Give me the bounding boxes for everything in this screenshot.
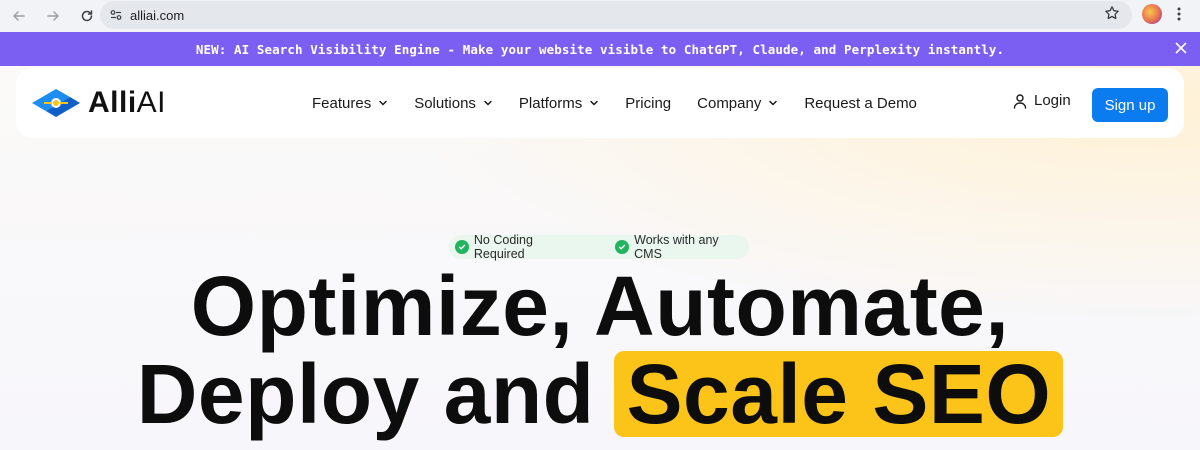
- forward-arrow-icon[interactable]: [40, 3, 66, 29]
- login-label: Login: [1034, 92, 1071, 109]
- hero-headline: Optimize, Automate, Deploy and Scale SEO: [0, 262, 1200, 438]
- nav-item-features[interactable]: Features: [312, 95, 388, 112]
- close-icon[interactable]: [1174, 41, 1188, 60]
- nav-item-pricing[interactable]: Pricing: [625, 95, 671, 112]
- headline-plain-text: Deploy and: [136, 347, 595, 441]
- badge-no-coding: No Coding Required: [455, 233, 586, 261]
- chevron-down-icon: [378, 98, 388, 108]
- kebab-menu-icon[interactable]: [1176, 5, 1182, 28]
- headline-highlight: Scale SEO: [614, 351, 1064, 437]
- profile-avatar[interactable]: [1142, 4, 1162, 24]
- chevron-down-icon: [483, 98, 493, 108]
- alliai-logo[interactable]: AlliAI: [30, 82, 166, 124]
- headline-line-1: Optimize, Automate,: [190, 259, 1010, 353]
- nav-links: Features Solutions Platforms Pricing Com…: [312, 68, 943, 138]
- nav-item-solutions[interactable]: Solutions: [414, 95, 493, 112]
- back-arrow-icon[interactable]: [6, 3, 32, 29]
- logo-wordmark: AlliAI: [88, 86, 167, 119]
- check-circle-icon: [455, 240, 469, 254]
- alliai-logo-mark: [32, 89, 80, 117]
- url-text[interactable]: alliai.com: [130, 8, 184, 23]
- feature-badges: No Coding Required Works with any CMS: [449, 233, 749, 261]
- reload-icon[interactable]: [74, 3, 100, 29]
- star-icon[interactable]: [1104, 5, 1120, 26]
- address-bar[interactable]: alliai.com: [100, 1, 1132, 29]
- site-info-icon[interactable]: [106, 5, 126, 25]
- announcement-text[interactable]: NEW: AI Search Visibility Engine - Make …: [196, 42, 1004, 57]
- check-circle-icon: [615, 240, 630, 254]
- nav-item-request-demo[interactable]: Request a Demo: [804, 95, 917, 112]
- nav-item-company[interactable]: Company: [697, 95, 778, 112]
- login-link[interactable]: Login: [1012, 92, 1071, 109]
- chevron-down-icon: [589, 98, 599, 108]
- browser-toolbar: alliai.com: [0, 0, 1200, 32]
- main-navbar: AlliAI Features Solutions Platforms Pric…: [16, 68, 1184, 138]
- headline-line-2: Deploy and Scale SEO: [136, 347, 1064, 441]
- chevron-down-icon: [768, 98, 778, 108]
- nav-item-platforms[interactable]: Platforms: [519, 95, 599, 112]
- badge-any-cms: Works with any CMS: [615, 233, 749, 261]
- signup-button[interactable]: Sign up: [1092, 88, 1168, 122]
- user-icon: [1012, 93, 1028, 109]
- announcement-banner: NEW: AI Search Visibility Engine - Make …: [0, 32, 1200, 66]
